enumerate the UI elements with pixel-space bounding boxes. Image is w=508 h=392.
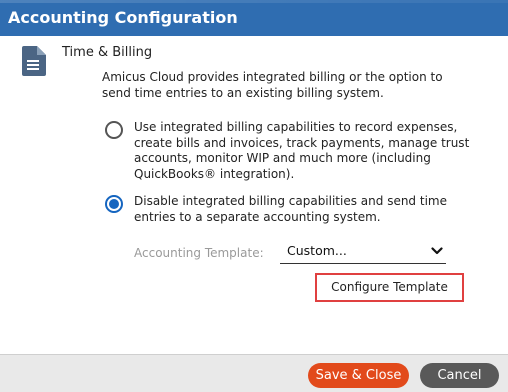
radio-selected-dot	[109, 199, 119, 209]
accounting-template-label: Accounting Template:	[134, 246, 264, 260]
cancel-button[interactable]: Cancel	[420, 363, 499, 388]
accounting-template-value: Custom...	[287, 243, 347, 258]
chevron-down-icon	[431, 247, 443, 255]
option-disable-billing-label: Disable integrated billing capabilities …	[134, 194, 447, 224]
document-icon	[22, 46, 46, 76]
save-close-button[interactable]: Save & Close	[308, 363, 409, 388]
dialog-title: Accounting Configuration	[8, 8, 238, 27]
accounting-template-select[interactable]: Custom...	[280, 238, 446, 264]
radio-integrated-billing[interactable]	[105, 121, 123, 139]
option-integrated-billing[interactable]: Use integrated billing capabilities to r…	[105, 120, 479, 182]
section-title: Time & Billing	[62, 45, 153, 60]
option-disable-billing[interactable]: Disable integrated billing capabilities …	[105, 194, 479, 225]
section-description: Amicus Cloud provides integrated billing…	[102, 70, 443, 100]
option-integrated-billing-label: Use integrated billing capabilities to r…	[134, 120, 470, 181]
radio-disable-billing[interactable]	[105, 195, 123, 213]
dialog-title-bar: Accounting Configuration	[0, 0, 508, 36]
title-bar-highlight	[0, 0, 508, 3]
configure-template-button[interactable]: Configure Template	[315, 273, 464, 302]
